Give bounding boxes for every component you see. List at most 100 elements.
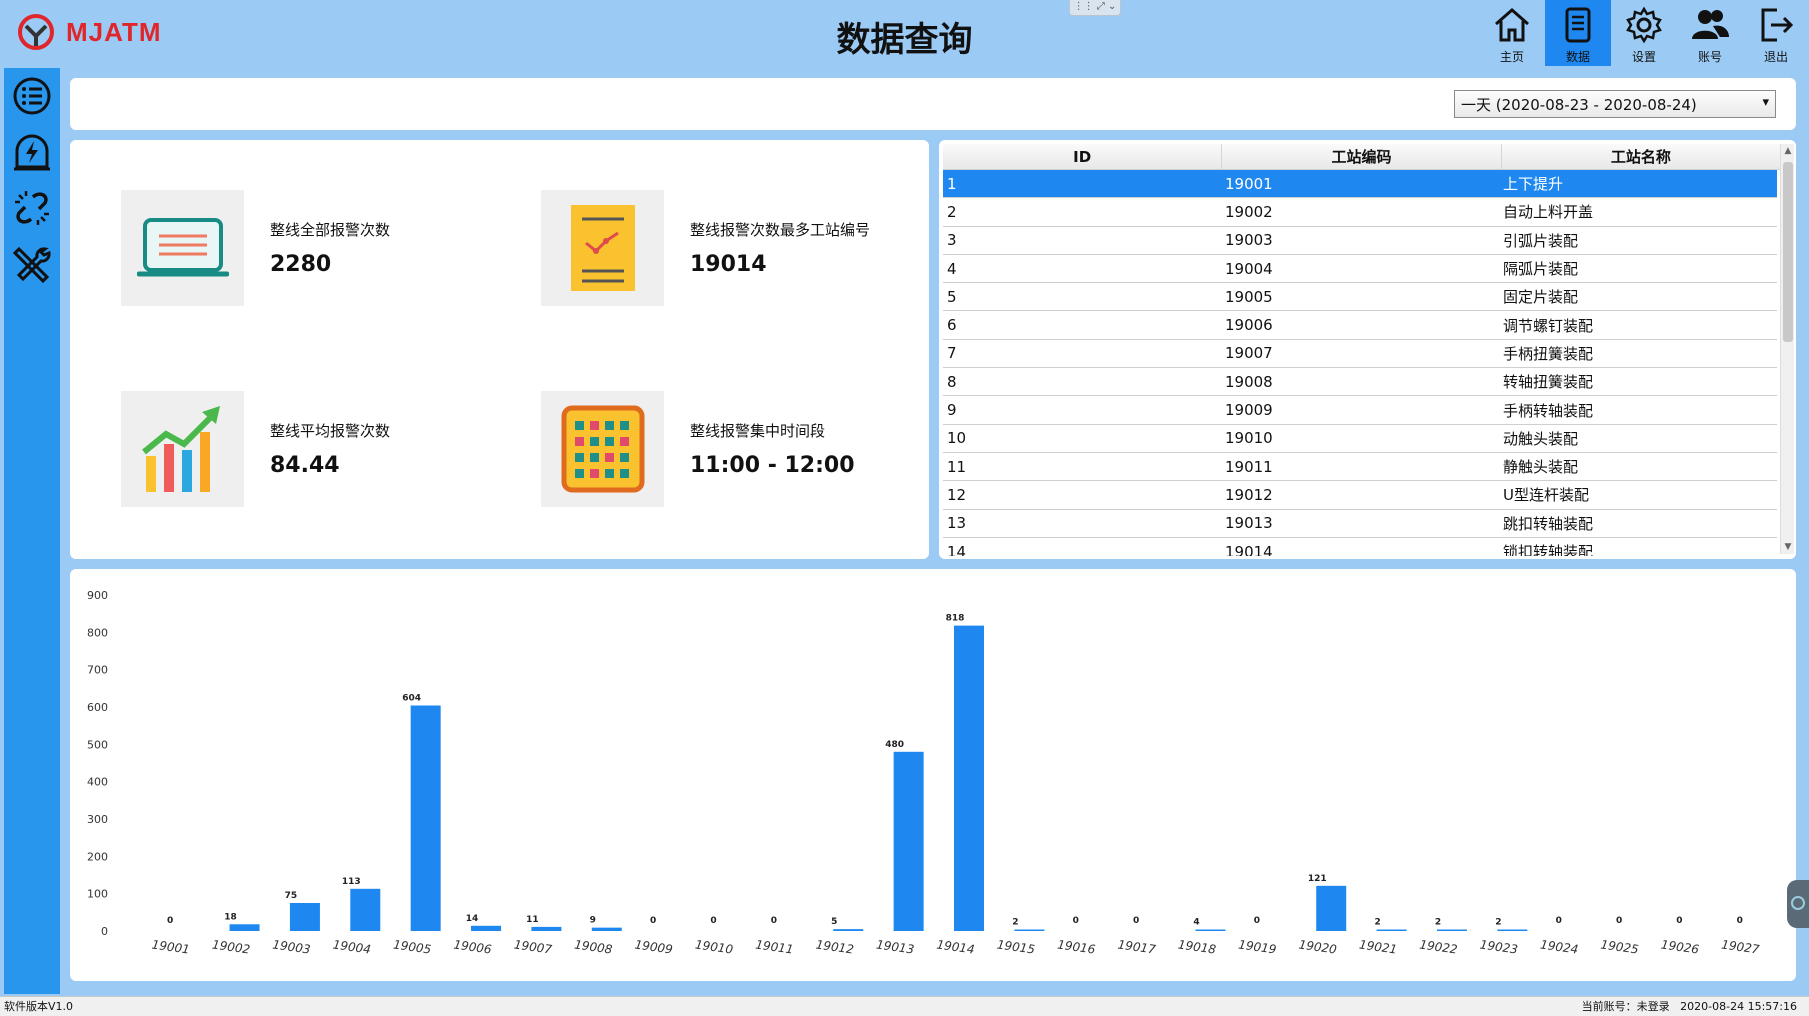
- data-label: 0: [771, 916, 777, 926]
- nav-data[interactable]: 数据: [1545, 0, 1611, 66]
- bar-19018: [1195, 929, 1226, 931]
- cell-code: 19011: [1225, 457, 1273, 476]
- table-scrollbar[interactable]: ▲ ▼: [1780, 144, 1794, 554]
- scroll-thumb[interactable]: [1783, 162, 1793, 342]
- cell-id: 8: [947, 372, 957, 391]
- y-tick-label: 100: [87, 888, 108, 901]
- column-header-code[interactable]: 工站编码: [1222, 144, 1502, 169]
- cell-code: 19005: [1225, 287, 1273, 306]
- cell-name: 调节螺钉装配: [1503, 316, 1594, 335]
- table-row[interactable]: 5 19005 固定片装配: [943, 283, 1777, 312]
- table-row[interactable]: 2 19002 自动上料开盖: [943, 198, 1777, 227]
- gear-icon: [1626, 6, 1662, 44]
- data-label: 2: [1435, 918, 1441, 928]
- nav-label: 退出: [1763, 50, 1788, 64]
- scroll-down-icon[interactable]: ▼: [1781, 540, 1795, 554]
- table-row[interactable]: 4 19004 隔弧片装配: [943, 255, 1777, 284]
- table-row[interactable]: 3 19003 引弧片装配: [943, 227, 1777, 255]
- x-tick-label: 19024: [1539, 937, 1579, 956]
- stat-label: 整线报警次数最多工站编号: [690, 220, 871, 239]
- date-range-select[interactable]: 一天 (2020-08-23 - 2020-08-24): [1454, 90, 1776, 118]
- data-label: 4: [1193, 918, 1199, 928]
- x-tick-label: 19019: [1238, 937, 1278, 956]
- data-label: 604: [402, 694, 421, 704]
- sidebar-item-link[interactable]: [4, 180, 60, 236]
- cell-name: 自动上料开盖: [1503, 203, 1594, 222]
- table-row[interactable]: 9 19009 手柄转轴装配: [943, 396, 1777, 425]
- stat-average-alarms: 整线平均报警次数 84.44: [121, 391, 460, 507]
- bar-19015: [1014, 929, 1045, 931]
- x-tick-label: 19018: [1177, 937, 1217, 956]
- x-tick-label: 19015: [996, 937, 1036, 956]
- cell-code: 19002: [1225, 202, 1273, 221]
- status-right: 当前账号：未登录 2020-08-24 15:57:16: [1582, 997, 1797, 1016]
- table-row[interactable]: 12 19012 U型连杆装配: [943, 481, 1777, 510]
- table-row[interactable]: 10 19010 动触头装配: [943, 425, 1777, 453]
- bar-19003: [289, 903, 320, 931]
- data-label: 2: [1012, 918, 1018, 928]
- scroll-up-icon[interactable]: ▲: [1781, 144, 1795, 158]
- cell-name: 手柄转轴装配: [1503, 401, 1594, 420]
- nav-home[interactable]: 主页: [1479, 0, 1545, 66]
- chart-canvas: 0100200300400500600700800900019001181900…: [87, 589, 1761, 957]
- column-header-name[interactable]: 工站名称: [1502, 144, 1781, 169]
- data-label: 113: [342, 877, 361, 887]
- cell-name: U型连杆装配: [1503, 486, 1589, 505]
- table-row[interactable]: 7 19007 手柄扭簧装配: [943, 340, 1777, 369]
- data-label: 0: [1133, 916, 1139, 926]
- tools-icon: [12, 246, 51, 284]
- stat-label: 整线报警集中时间段: [690, 421, 826, 440]
- bar-19022: [1436, 929, 1467, 931]
- nav-settings[interactable]: 设置: [1611, 0, 1677, 66]
- stat-peak-period: 整线报警集中时间段 11:00 - 12:00: [541, 391, 880, 507]
- x-tick-label: 19012: [815, 937, 855, 956]
- x-tick-label: 19027: [1720, 937, 1760, 956]
- cell-id: 9: [947, 401, 957, 420]
- table-row[interactable]: 13 19013 跳扣转轴装配: [943, 510, 1777, 538]
- sidebar-item-tools[interactable]: [4, 236, 60, 292]
- sidebar-item-list[interactable]: [4, 68, 60, 124]
- data-label: 0: [1073, 916, 1079, 926]
- column-header-id[interactable]: ID: [943, 144, 1223, 169]
- x-tick-label: 19020: [1298, 937, 1338, 956]
- x-tick-label: 19022: [1419, 937, 1459, 956]
- table-row[interactable]: 8 19008 转轴扭簧装配: [943, 368, 1777, 397]
- side-handle[interactable]: [1787, 880, 1809, 928]
- y-tick-label: 400: [87, 776, 108, 789]
- sidebar-item-alarm[interactable]: [4, 124, 60, 180]
- table-row[interactable]: 1 19001 上下提升: [943, 170, 1777, 199]
- table-row[interactable]: 11 19011 静触头装配: [943, 453, 1777, 482]
- window-mode-toggle[interactable]: ⋮⋮ ⤢ ⌄: [1069, 0, 1121, 16]
- data-label: 818: [946, 614, 965, 624]
- cell-id: 5: [947, 287, 957, 306]
- y-tick-label: 800: [87, 626, 108, 639]
- cell-code: 19014: [1225, 542, 1273, 557]
- cell-code: 19012: [1225, 485, 1273, 504]
- bar-19014: [954, 625, 984, 931]
- x-tick-label: 19026: [1660, 937, 1700, 956]
- table-row[interactable]: 14 19014 锁扣转轴装配: [943, 538, 1777, 557]
- cell-name: 静触头装配: [1503, 458, 1579, 477]
- cell-id: 14: [947, 542, 967, 557]
- cell-id: 3: [947, 231, 957, 250]
- nav-account[interactable]: 账号: [1677, 0, 1743, 66]
- growth-chart-icon: [121, 391, 244, 507]
- cell-id: 10: [947, 429, 967, 448]
- stat-label: 整线全部报警次数: [270, 220, 391, 239]
- stat-value: 19014: [690, 251, 767, 277]
- x-tick-label: 19009: [634, 937, 674, 956]
- data-label: 11: [526, 915, 539, 925]
- table-row[interactable]: 6 19006 调节螺钉装配: [943, 311, 1777, 340]
- bar-19002: [229, 924, 260, 931]
- cell-id: 4: [947, 259, 957, 278]
- nav-label: 数据: [1565, 50, 1590, 64]
- cell-code: 19007: [1225, 344, 1273, 363]
- users-icon: [1692, 10, 1729, 39]
- nav-logout[interactable]: 退出: [1743, 0, 1809, 66]
- data-label: 0: [1676, 916, 1682, 926]
- header-bar: MJATM 数据查询 ⋮⋮ ⤢ ⌄ 主页 数据 设置 账号 退出: [0, 0, 1809, 66]
- data-icon: [1565, 7, 1591, 43]
- data-label: 0: [167, 916, 173, 926]
- sidebar: [4, 68, 60, 994]
- stat-total-alarms: 整线全部报警次数 2280: [121, 190, 460, 306]
